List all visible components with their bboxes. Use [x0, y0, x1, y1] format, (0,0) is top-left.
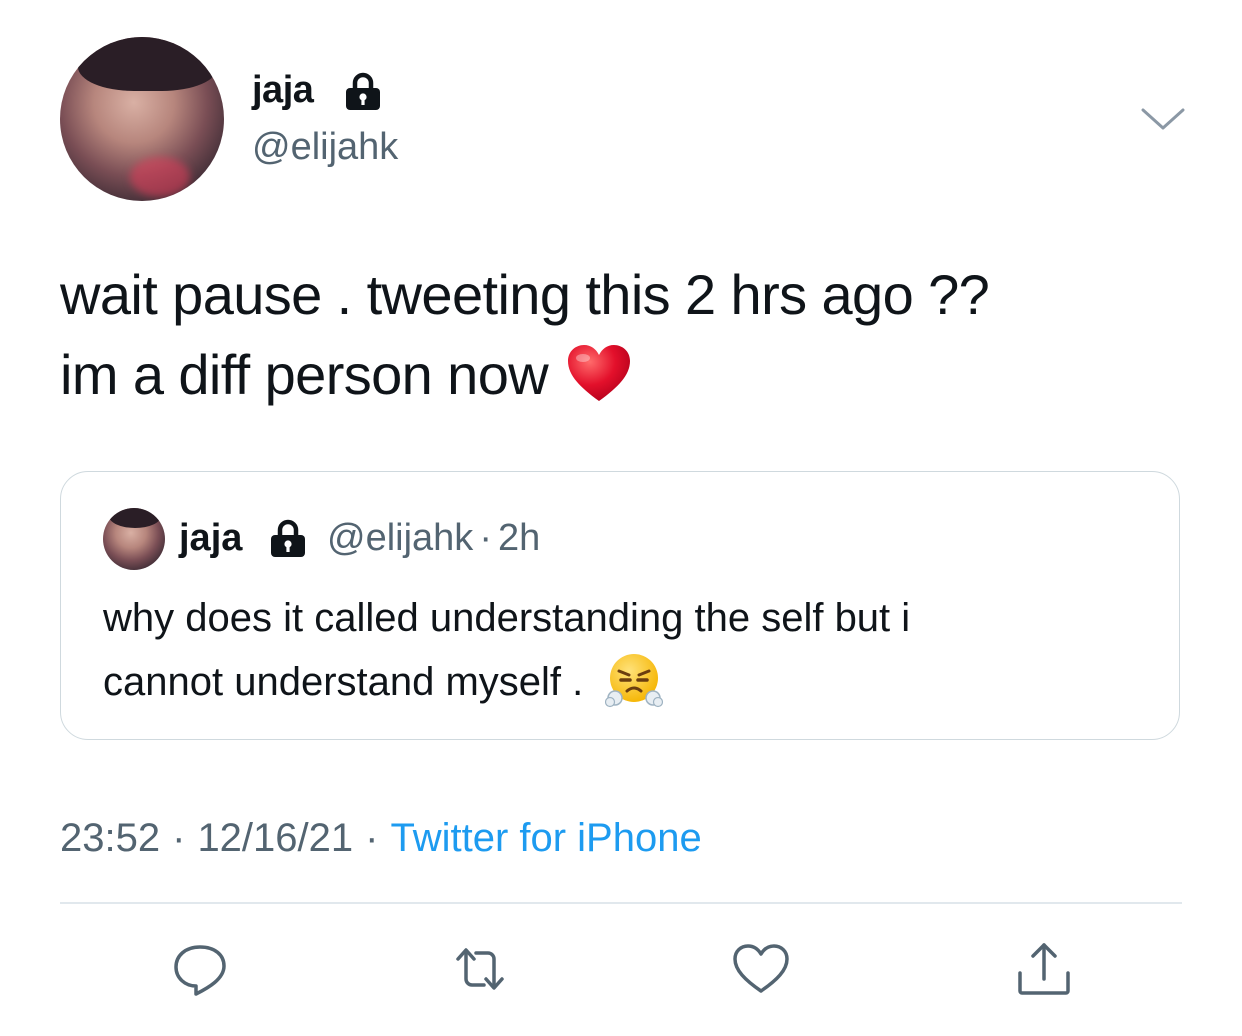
like-icon — [733, 944, 789, 993]
quoted-text-line-1: why does it called understanding the sel… — [103, 596, 911, 640]
like-button[interactable] — [729, 937, 793, 1001]
face-with-steam-from-nose-icon — [605, 654, 664, 708]
tweet-source-link[interactable]: Twitter for iPhone — [390, 816, 701, 860]
divider — [60, 902, 1182, 904]
tweet-text: wait pause . tweeting this 2 hrs ago ?? … — [60, 255, 1180, 415]
author-avatar[interactable] — [60, 37, 224, 201]
author-handle[interactable]: @elijahk — [252, 125, 398, 169]
avatar-glow — [130, 157, 190, 197]
retweet-icon — [456, 948, 504, 990]
tweet-text-line-1: wait pause . tweeting this 2 hrs ago ?? — [60, 263, 990, 326]
reply-button[interactable] — [168, 937, 232, 1001]
share-icon — [1018, 943, 1070, 995]
avatar-hair — [109, 508, 161, 528]
quoted-author-avatar — [103, 508, 165, 570]
share-button[interactable] — [1012, 937, 1076, 1001]
lock-icon — [271, 519, 305, 557]
tweet: jaja @elijahk wait pause . tweeting this… — [0, 0, 1242, 1036]
meta-separator: · — [365, 816, 379, 860]
tweet-date: 12/16/21 — [197, 816, 354, 860]
author-display-name[interactable]: jaja — [252, 68, 314, 112]
quoted-author-display-name: jaja — [179, 517, 243, 559]
quoted-author-meta: @elijahk · 2h — [327, 516, 540, 560]
quoted-author-handle: @elijahk — [327, 517, 474, 559]
quoted-tweet-card[interactable]: jaja @elijahk · 2h why does it called unde… — [60, 471, 1180, 740]
tweet-time: 23:52 — [60, 816, 161, 860]
meta-separator: · — [172, 816, 186, 860]
lock-icon — [346, 72, 380, 110]
chevron-down-icon[interactable] — [1140, 104, 1186, 134]
tweet-text-line-2: im a diff person now — [60, 343, 549, 406]
retweet-button[interactable] — [448, 937, 512, 1001]
reply-icon — [174, 945, 226, 996]
red-heart-icon — [568, 345, 631, 401]
quoted-meta-separator: · — [479, 517, 492, 559]
quoted-tweet-text: why does it called understanding the sel… — [103, 586, 1143, 714]
avatar-hair — [78, 37, 218, 91]
quoted-text-line-2: cannot understand myself . — [103, 660, 584, 704]
tweet-meta: 23:52 · 12/16/21 · Twitter for iPhone — [60, 812, 702, 864]
quoted-tweet-time: 2h — [497, 517, 541, 559]
